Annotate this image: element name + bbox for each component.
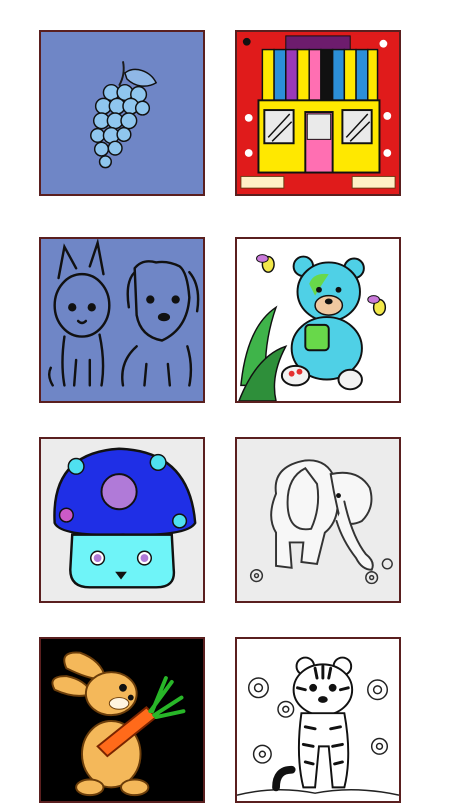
bear-icon [237,239,399,401]
shop-icon [237,32,399,194]
coloring-page-tiger[interactable] [235,637,401,803]
coloring-page-grapes[interactable] [39,30,205,196]
coloring-page-rabbit[interactable] [39,637,205,803]
rabbit-icon [41,639,203,801]
coloring-page-elephant[interactable] [235,437,401,603]
coloring-page-shop[interactable] [235,30,401,196]
kitten-puppy-icon [41,239,203,401]
tiger-icon [237,639,399,801]
mushroom-icon [41,439,203,601]
elephant-icon [237,439,399,601]
coloring-page-kitten-puppy[interactable] [39,237,205,403]
grapes-icon [41,32,203,194]
coloring-page-bear[interactable] [235,237,401,403]
coloring-page-mushroom[interactable] [39,437,205,603]
